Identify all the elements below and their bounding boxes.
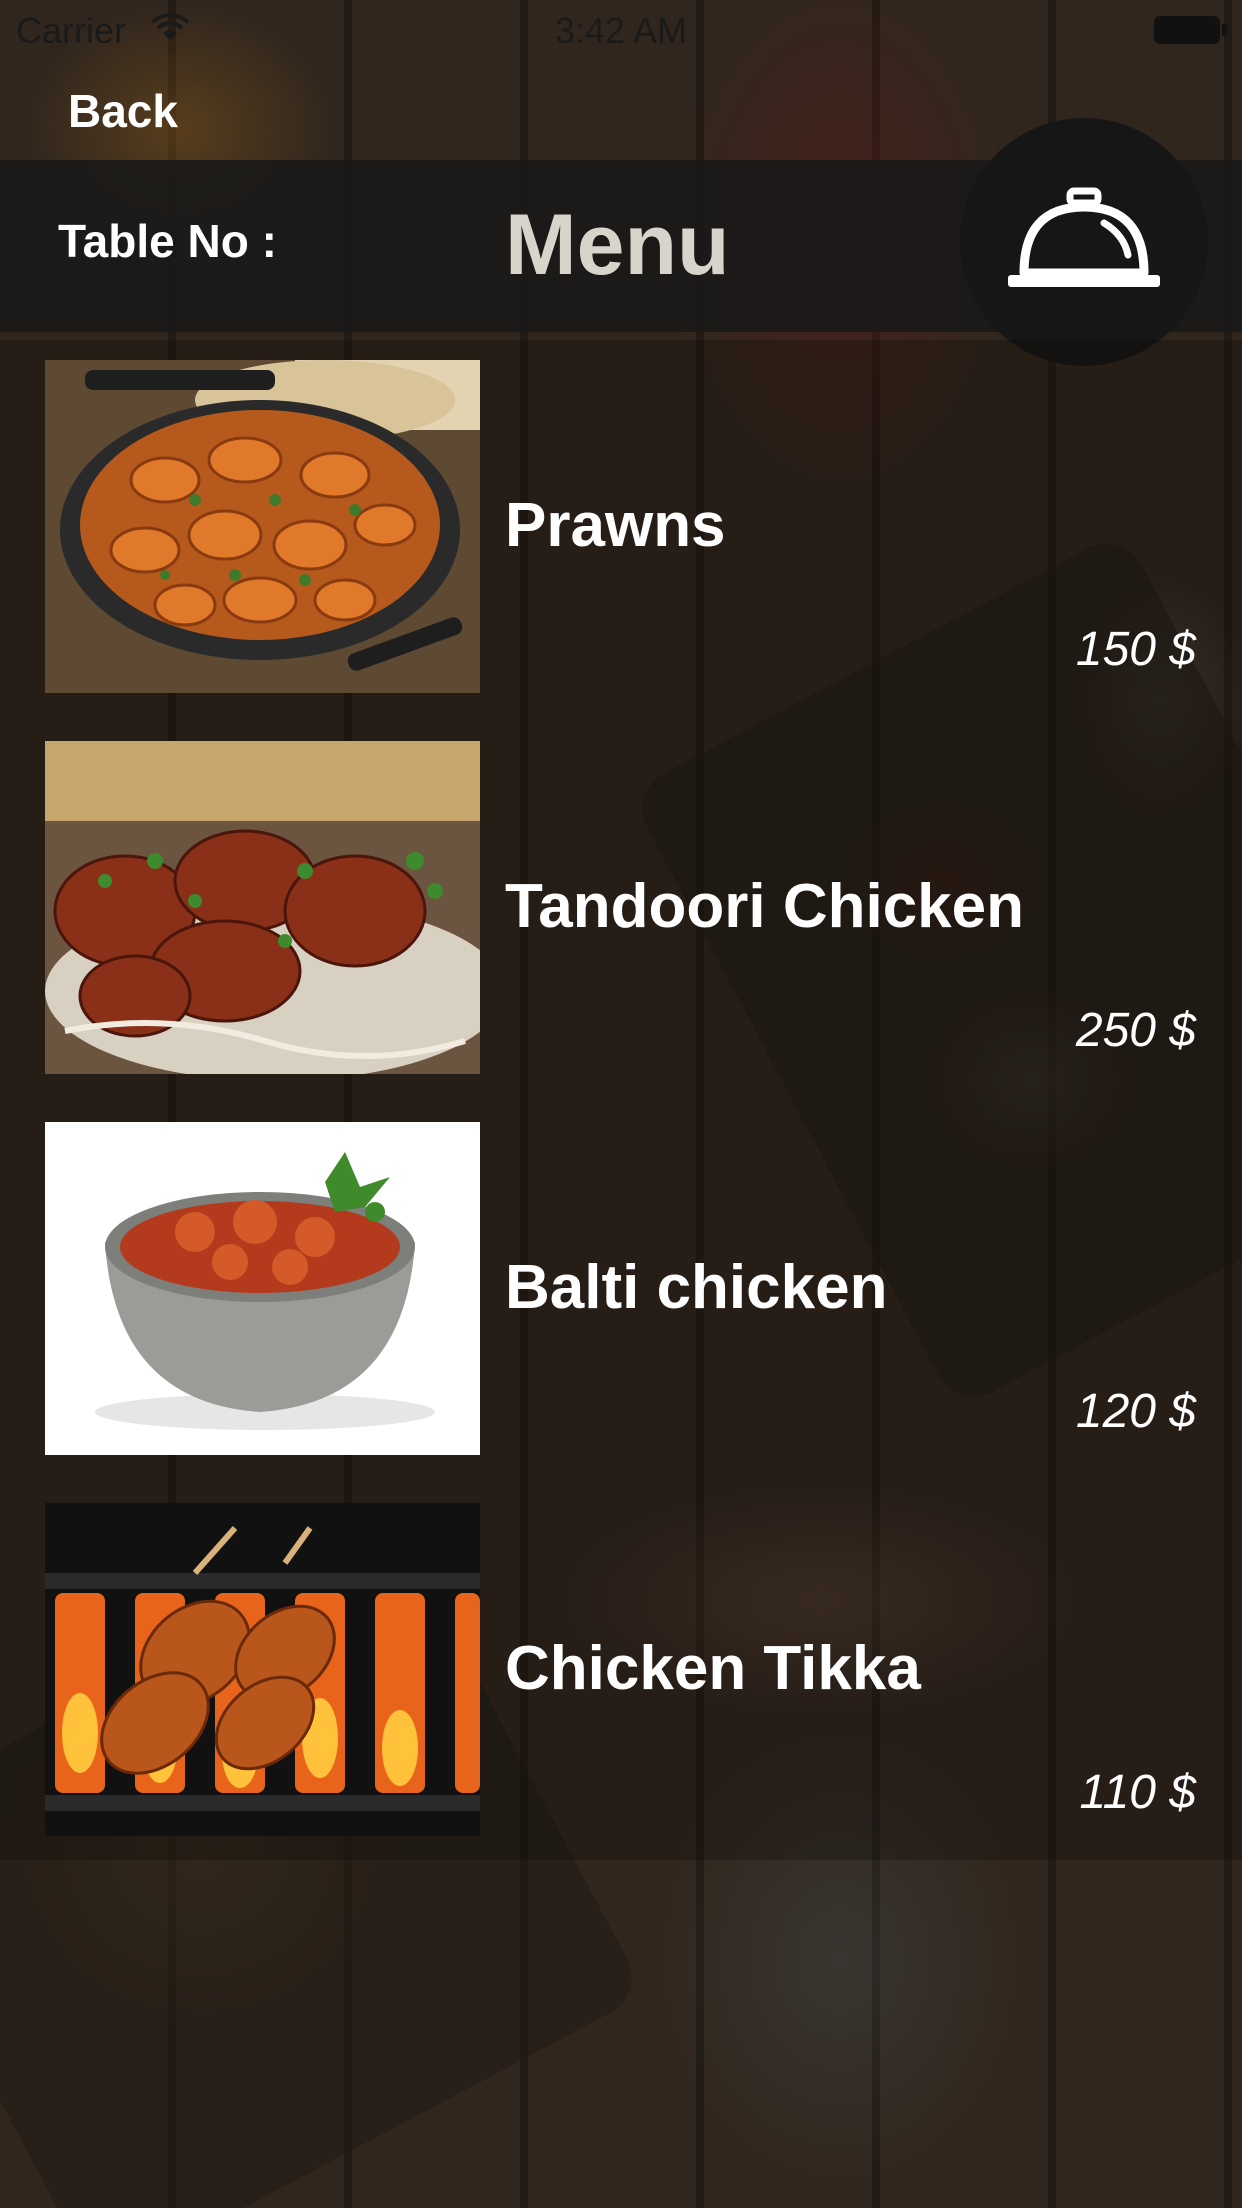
menu-item-name: Prawns [505, 491, 726, 560]
prawns-dish-photo [45, 360, 480, 693]
menu-item-name: Chicken Tikka [505, 1634, 921, 1703]
menu-item-price: 120 $ [1075, 1385, 1196, 1438]
tandoori-chicken-photo [45, 741, 480, 1074]
menu-item[interactable]: Balti chicken 120 $ [0, 1102, 1242, 1483]
balti-chicken-photo [45, 1122, 480, 1455]
menu-item-price: 150 $ [1075, 623, 1196, 676]
battery-icon [1154, 16, 1227, 44]
menu-item[interactable]: Chicken Tikka 110 $ [0, 1483, 1242, 1864]
chicken-tikka-photo [45, 1503, 480, 1836]
menu-item-price: 250 $ [1075, 1004, 1196, 1057]
table-number-label: Table No : [58, 215, 277, 267]
back-button[interactable]: Back [68, 84, 178, 138]
menu-item[interactable]: Tandoori Chicken 250 $ [0, 721, 1242, 1102]
menu-list: Prawns 150 $ Tandoori Chicken 250 $ Balt… [0, 340, 1242, 1860]
page-title: Menu [505, 197, 730, 293]
status-bar: Carrier 3:42 AM [0, 0, 1242, 60]
menu-item-price: 110 $ [1079, 1766, 1196, 1819]
order-button[interactable] [960, 118, 1208, 366]
status-time: 3:42 AM [554, 10, 688, 51]
menu-item-name: Balti chicken [505, 1253, 888, 1322]
menu-item-name: Tandoori Chicken [505, 872, 1025, 941]
menu-item[interactable]: Prawns 150 $ [0, 340, 1242, 721]
cloche-icon [1008, 187, 1160, 287]
